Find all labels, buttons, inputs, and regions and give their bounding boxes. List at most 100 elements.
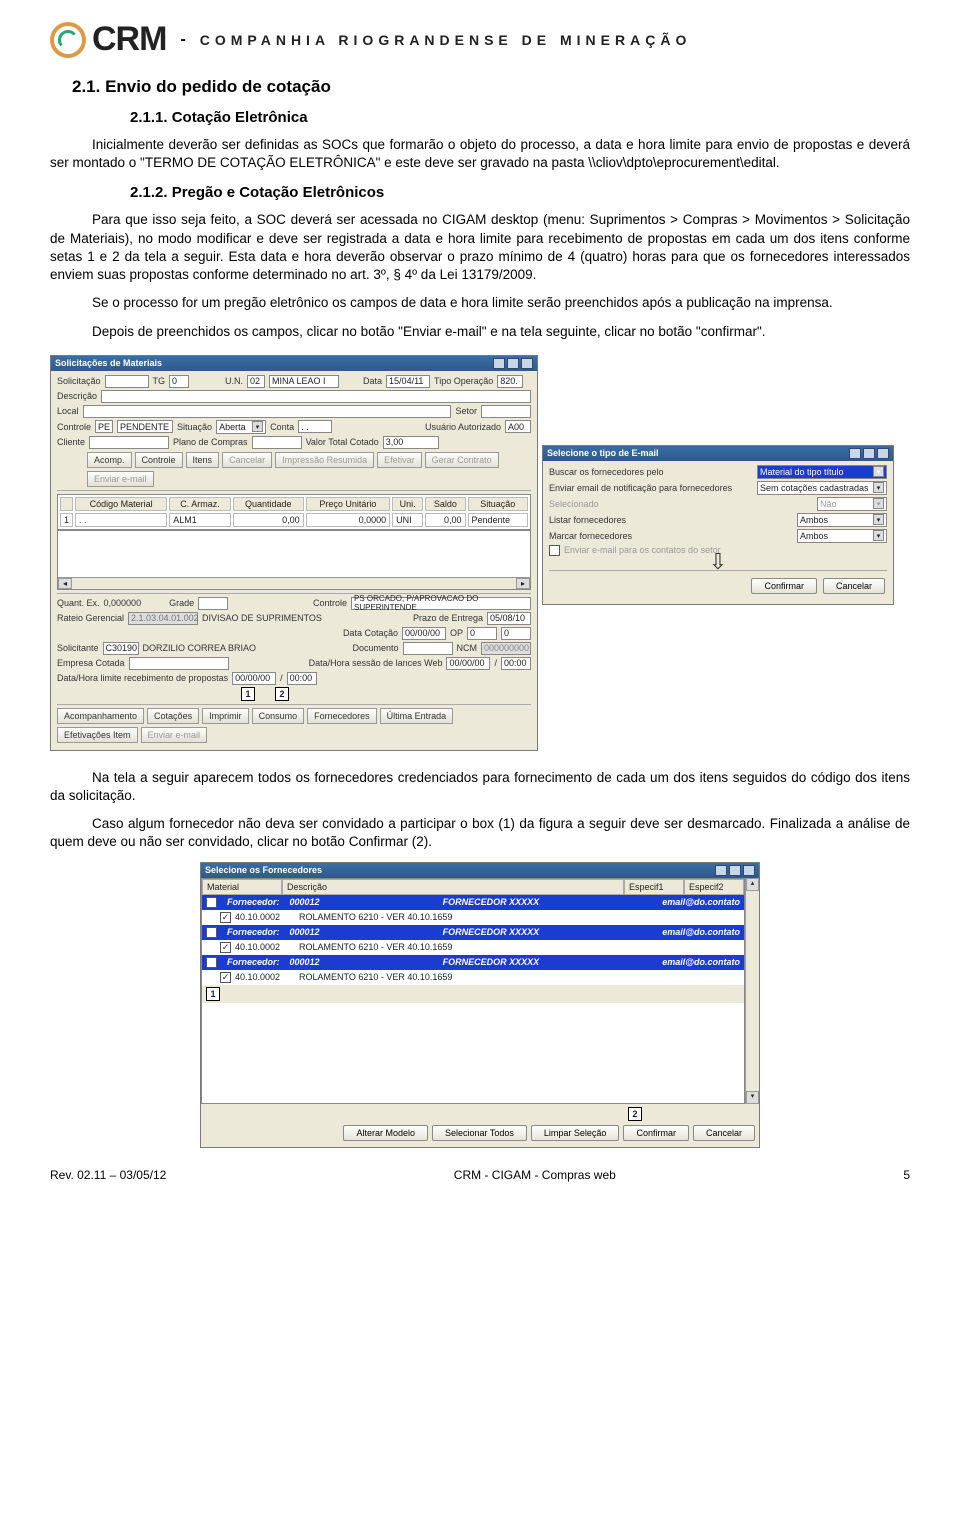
logo-icon — [50, 22, 86, 58]
fld-solicitacao[interactable] — [105, 375, 149, 388]
fld-limite-h[interactable]: 00:00 — [287, 672, 317, 685]
fld-plano[interactable] — [252, 436, 302, 449]
fld-op[interactable]: 0 — [467, 627, 497, 640]
btn-confirmar-email[interactable]: Confirmar — [751, 578, 817, 594]
lbl-sessao: Data/Hora sessão de lances Web — [309, 658, 443, 668]
fld-grade[interactable] — [198, 597, 228, 610]
btn-cancelar-forn[interactable]: Cancelar — [693, 1125, 755, 1141]
btn-consumo[interactable]: Consumo — [252, 708, 305, 724]
fld-setor[interactable] — [481, 405, 531, 418]
btn-efetivacoes[interactable]: Efetivações Item — [57, 727, 138, 743]
supplier-row[interactable]: Fornecedor: 000012 FORNECEDOR XXXXX emai… — [202, 895, 744, 910]
fld-sessao-h[interactable]: 00:00 — [501, 657, 531, 670]
supplier-row[interactable]: Fornecedor: 000012 FORNECEDOR XXXXX emai… — [202, 955, 744, 970]
dd-marcar[interactable]: Ambos▾ — [797, 529, 887, 543]
chk-item[interactable] — [220, 912, 231, 923]
toolbar-bottom: Acompanhamento Cotações Imprimir Consumo… — [57, 708, 531, 743]
btn-alterar-modelo[interactable]: Alterar Modelo — [343, 1125, 428, 1141]
fld-descricao[interactable] — [101, 390, 531, 403]
close-icon[interactable] — [521, 358, 533, 369]
fld-documento[interactable] — [403, 642, 453, 655]
horizontal-scrollbar[interactable]: ◂▸ — [58, 577, 530, 589]
lbl-plano: Plano de Compras — [173, 437, 248, 447]
fld-limite-d[interactable]: 00/00/00 — [232, 672, 276, 685]
btn-cancelar-email[interactable]: Cancelar — [823, 578, 885, 594]
lbl-setor: Setor — [455, 406, 477, 416]
fld-sessao-d[interactable]: 00/00/00 — [446, 657, 490, 670]
dd-listar[interactable]: Ambos▾ — [797, 513, 887, 527]
chk-supplier[interactable] — [206, 897, 217, 908]
footer-revision: Rev. 02.11 – 03/05/12 — [50, 1168, 166, 1182]
footer-page-number: 5 — [903, 1168, 910, 1182]
window-controls — [715, 865, 755, 876]
lbl-notif: Enviar email de notificação para fornece… — [549, 483, 732, 493]
lbl-rateio: Rateio Gerencial — [57, 613, 124, 623]
btn-acomp[interactable]: Acomp. — [87, 452, 132, 468]
maximize-icon[interactable] — [863, 448, 875, 459]
lbl-cliente: Cliente — [57, 437, 85, 447]
minimize-icon[interactable] — [493, 358, 505, 369]
lbl-solicitacao: Solicitação — [57, 376, 101, 386]
vertical-scrollbar[interactable]: ▴▾ — [745, 878, 759, 1104]
btn-limpar-selecao[interactable]: Limpar Seleção — [531, 1125, 620, 1141]
supplier-row[interactable]: Fornecedor: 000012 FORNECEDOR XXXXX emai… — [202, 925, 744, 940]
dd-situacao[interactable]: Aberta▾ — [216, 420, 266, 434]
minimize-icon[interactable] — [715, 865, 727, 876]
lbl-ncm: NCM — [457, 643, 478, 653]
section-2-1-2-title: 2.1.2. Pregão e Cotação Eletrônicos — [130, 184, 910, 201]
dd-buscar[interactable]: Material do tipo título▾ — [757, 465, 887, 479]
btn-ultima-entrada[interactable]: Última Entrada — [380, 708, 454, 724]
fld-prazo[interactable]: 05/08/10 — [487, 612, 531, 625]
fld-un-code[interactable]: 02 — [247, 375, 265, 388]
fld-local[interactable] — [83, 405, 452, 418]
page-header: CRM - COMPANHIA RIOGRANDENSE DE MINERAÇÃ… — [50, 20, 910, 59]
chk-item[interactable] — [220, 972, 231, 983]
chevron-down-icon: ▾ — [252, 421, 263, 432]
fld-ncm: 000000000 — [481, 642, 531, 655]
window-controls — [849, 448, 889, 459]
col-codigo: Código Material — [75, 497, 167, 511]
btn-confirmar-forn[interactable]: Confirmar — [623, 1125, 689, 1141]
btn-itens[interactable]: Itens — [186, 452, 220, 468]
maximize-icon[interactable] — [507, 358, 519, 369]
fld-tg[interactable]: 0 — [169, 375, 189, 388]
lbl-quantex: Quant. Ex. — [57, 598, 100, 608]
lbl-documento: Documento — [352, 643, 398, 653]
fld-cliente[interactable] — [89, 436, 169, 449]
fld-zero[interactable]: 0 — [501, 627, 531, 640]
chk-setor[interactable] — [549, 545, 560, 556]
fld-tipoop[interactable]: 820. — [497, 375, 523, 388]
maximize-icon[interactable] — [729, 865, 741, 876]
dd-notif[interactable]: Sem cotações cadastradas▾ — [757, 481, 887, 495]
btn-fornecedores[interactable]: Fornecedores — [307, 708, 377, 724]
btn-selecionar-todos[interactable]: Selecionar Todos — [432, 1125, 527, 1141]
chk-item[interactable] — [220, 942, 231, 953]
minimize-icon[interactable] — [849, 448, 861, 459]
btn-controle[interactable]: Controle — [135, 452, 183, 468]
btn-enviar-email: Enviar e-mail — [87, 471, 154, 487]
fld-datacot[interactable]: 00/00/00 — [402, 627, 446, 640]
chk-supplier[interactable] — [206, 927, 217, 938]
close-icon[interactable] — [743, 865, 755, 876]
btn-acompanhamento[interactable]: Acompanhamento — [57, 708, 144, 724]
item-row[interactable]: 40.10.0002 ROLAMENTO 6210 - VER 40.10.16… — [202, 940, 744, 955]
fld-usuario[interactable]: A00 — [505, 420, 531, 433]
col-qtd: Quantidade — [233, 497, 304, 511]
fld-solic-code[interactable]: C30190 — [103, 642, 139, 655]
btn-cotacoes[interactable]: Cotações — [147, 708, 199, 724]
item-row[interactable]: 40.10.0002 ROLAMENTO 6210 - VER 40.10.16… — [202, 910, 744, 925]
dd-selecionado: Não▾ — [817, 497, 887, 511]
table-row[interactable]: 1 . . ALM1 0,00 0,0000 UNI 0,00 Pendente — [60, 513, 528, 527]
val-quantex: 0,000000 — [104, 598, 142, 608]
titlebar-email: Selecione o tipo de E-mail — [543, 446, 893, 461]
item-row[interactable]: 40.10.0002 ROLAMENTO 6210 - VER 40.10.16… — [202, 970, 744, 985]
btn-imprimir[interactable]: Imprimir — [202, 708, 249, 724]
para-212-1: Para que isso seja feito, a SOC deverá s… — [50, 211, 910, 284]
fld-conta[interactable]: . . — [298, 420, 332, 433]
fld-data[interactable]: 15/04/11 — [386, 375, 430, 388]
fld-rateio-code: 2.1.03.04.01.002 — [128, 612, 198, 625]
fld-empresa[interactable] — [129, 657, 229, 670]
chk-supplier[interactable] — [206, 957, 217, 968]
fld-controle-code[interactable]: PE — [95, 420, 113, 433]
close-icon[interactable] — [877, 448, 889, 459]
